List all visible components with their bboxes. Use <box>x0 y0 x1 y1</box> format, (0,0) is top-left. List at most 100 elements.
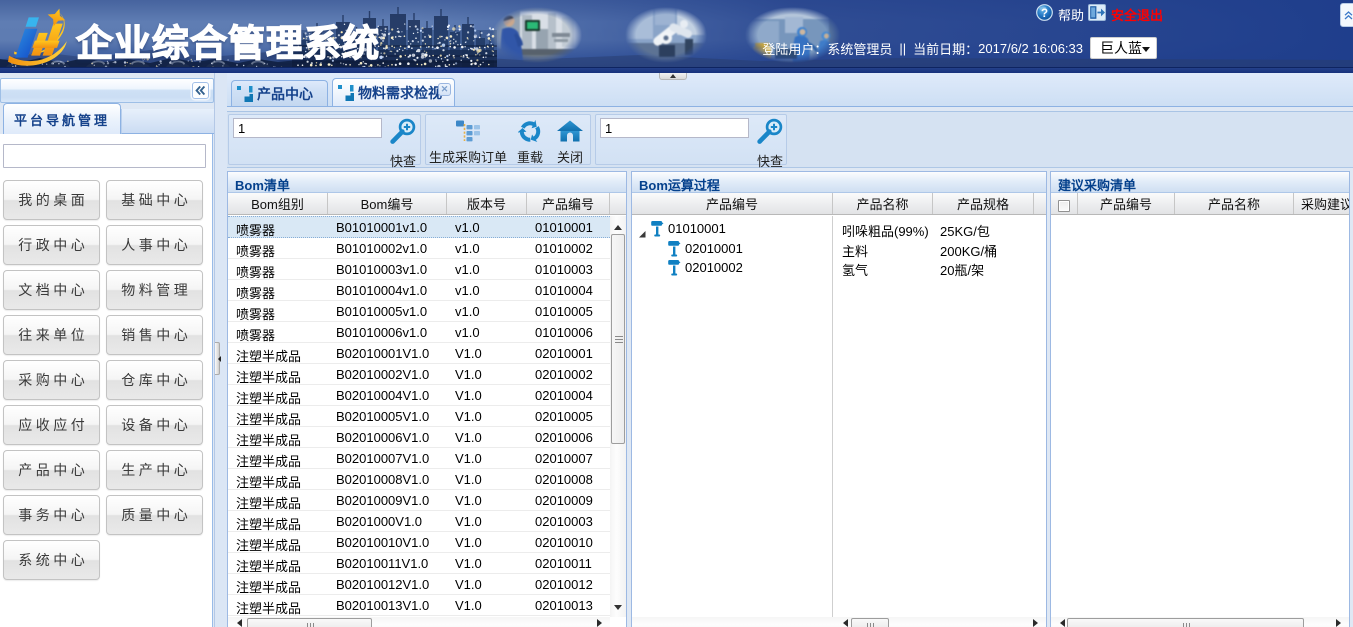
quick-search-input-1[interactable] <box>233 118 382 138</box>
sidebar-button-5[interactable]: 文档中心 <box>3 270 100 310</box>
north-collapse-handle[interactable] <box>659 73 687 80</box>
sidebar-splitter[interactable] <box>214 73 227 627</box>
sidebar-button-6[interactable]: 物料管理 <box>106 270 203 310</box>
tab-material-requirement-view[interactable]: 物料需求检视 ✕ <box>332 78 455 106</box>
bom-row[interactable]: 注塑半成品B02010009V1.0V1.002010009 <box>228 490 610 511</box>
tab-product-center[interactable]: 产品中心 <box>231 80 328 106</box>
scrollbar-thumb[interactable] <box>611 234 625 444</box>
scroll-left-button[interactable] <box>230 617 244 627</box>
sidebar-button-4[interactable]: 人事中心 <box>106 225 203 265</box>
scroll-up-button[interactable] <box>610 218 626 232</box>
bom-cell: V1.0 <box>447 574 527 594</box>
bom-cell: 喷雾器 <box>228 322 328 342</box>
panel-bom-list: Bom清单 Bom组别Bom编号版本号产品编号 喷雾器B01010001v1.0… <box>227 171 627 627</box>
sidebar-button-9[interactable]: 采购中心 <box>3 360 100 400</box>
column-header[interactable]: 版本号 <box>447 193 527 214</box>
quick-search-button-2[interactable]: 快查 <box>752 117 786 165</box>
column-header[interactable]: 产品名称 <box>1175 193 1294 214</box>
bom-row[interactable]: 注塑半成品B02010002V1.0V1.002010002 <box>228 364 610 385</box>
scroll-right-button[interactable] <box>1333 617 1347 627</box>
bom-row[interactable]: 注塑半成品B02010005V1.0V1.002010005 <box>228 406 610 427</box>
bom-row[interactable]: 喷雾器B01010001v1.0v1.001010001 <box>228 216 610 238</box>
bom-row[interactable]: 注塑半成品B02010010V1.0V1.002010010 <box>228 532 610 553</box>
bom-row[interactable]: 注塑半成品B02010004V1.0V1.002010004 <box>228 385 610 406</box>
logout-link[interactable]: 安全退出 <box>1111 5 1163 24</box>
bom-row[interactable]: 注塑半成品B0201000V1.0V1.002010003 <box>228 511 610 532</box>
sidebar-button-10[interactable]: 仓库中心 <box>106 360 203 400</box>
select-all-checkbox[interactable] <box>1058 200 1070 212</box>
quick-search-input-2[interactable] <box>600 118 749 138</box>
horizontal-scrollbar[interactable] <box>228 617 610 627</box>
sidebar-button-7[interactable]: 往来单位 <box>3 315 100 355</box>
bom-row[interactable]: 喷雾器B01010005v1.0v1.001010005 <box>228 301 610 322</box>
bom-cell: B01010005v1.0 <box>328 301 447 321</box>
bom-row[interactable]: 注塑半成品B02010006V1.0V1.002010006 <box>228 427 610 448</box>
sidebar-collapse-button[interactable] <box>192 82 209 99</box>
tree-row[interactable]: 02010001 <box>632 238 832 258</box>
sidebar-button-13[interactable]: 产品中心 <box>3 450 100 490</box>
product-spec-cell: 20瓶/架 <box>940 260 984 279</box>
tree-data-row[interactable]: 氢气20瓶/架 <box>834 257 1046 277</box>
column-header[interactable]: 产品编号 <box>527 193 610 214</box>
bom-row[interactable]: 注塑半成品B02010007V1.0V1.002010007 <box>228 448 610 469</box>
column-header[interactable]: 产品规格 <box>933 193 1034 214</box>
sidebar-button-3[interactable]: 行政中心 <box>3 225 100 265</box>
sidebar-button-15[interactable]: 事务中心 <box>3 495 100 535</box>
scroll-left-button[interactable] <box>1053 617 1067 627</box>
logout-icon[interactable] <box>1088 4 1106 24</box>
tree-data-row[interactable]: 主料200KG/桶 <box>834 238 1046 258</box>
bom-row[interactable]: 注塑半成品B02010008V1.0V1.002010008 <box>228 469 610 490</box>
bom-cell: 喷雾器 <box>228 280 328 300</box>
sidebar-button-16[interactable]: 质量中心 <box>106 495 203 535</box>
sidebar-button-17[interactable]: 系统中心 <box>3 540 100 580</box>
column-header[interactable]: Bom组别 <box>228 193 328 214</box>
reload-button[interactable]: 重载 <box>510 115 550 164</box>
tab-close-icon[interactable]: ✕ <box>438 83 451 96</box>
column-header-filler <box>1034 193 1046 214</box>
header-collapse-button[interactable] <box>1340 3 1353 27</box>
scroll-down-button[interactable] <box>610 602 626 616</box>
bom-row[interactable]: 喷雾器B01010004v1.0v1.001010004 <box>228 280 610 301</box>
scroll-left-button[interactable] <box>836 617 850 627</box>
bom-row[interactable]: 注塑半成品B02010012V1.0V1.002010012 <box>228 574 610 595</box>
sidebar-button-8[interactable]: 销售中心 <box>106 315 203 355</box>
bom-cell: B02010011V1.0 <box>328 553 447 573</box>
bom-cell: B0201000V1.0 <box>328 511 447 531</box>
splitter-collapse-handle[interactable] <box>215 342 220 375</box>
tree-data-row[interactable]: 吲哚粗品(99%)25KG/包 <box>834 218 1046 238</box>
sidebar-button-12[interactable]: 设备中心 <box>106 405 203 445</box>
bom-row[interactable]: 注塑半成品B02010001V1.0V1.002010001 <box>228 343 610 364</box>
column-header[interactable]: Bom编号 <box>328 193 447 214</box>
vertical-scrollbar[interactable] <box>610 216 626 617</box>
theme-select[interactable]: 巨人蓝 <box>1090 37 1157 59</box>
sidebar-button-2[interactable]: 基础中心 <box>106 180 203 220</box>
bom-row[interactable]: 注塑半成品B02010013V1.0V1.002010013 <box>228 595 610 616</box>
sidebar-button-1[interactable]: 我的桌面 <box>3 180 100 220</box>
scrollbar-thumb[interactable] <box>1067 618 1304 627</box>
scroll-right-button[interactable] <box>1030 617 1044 627</box>
scrollbar-thumb[interactable] <box>247 618 372 627</box>
sidebar-search-input[interactable] <box>3 144 206 168</box>
bom-row[interactable]: 注塑半成品B02010011V1.0V1.002010011 <box>228 553 610 574</box>
tab-platform-navigation[interactable]: 平台导航管理 <box>3 103 121 134</box>
bom-row[interactable]: 喷雾器B01010003v1.0v1.001010003 <box>228 259 610 280</box>
tree-row[interactable]: 01010001 <box>632 218 832 238</box>
help-icon[interactable]: ? <box>1036 4 1053 24</box>
bom-row[interactable]: 喷雾器B01010002v1.0v1.001010002 <box>228 238 610 259</box>
quick-search-button-1[interactable]: 快查 <box>385 117 419 165</box>
scroll-right-button[interactable] <box>594 617 608 627</box>
bom-row[interactable]: 喷雾器B01010006v1.0v1.001010006 <box>228 322 610 343</box>
sidebar-button-11[interactable]: 应收应付 <box>3 405 100 445</box>
column-header[interactable]: 产品编号 <box>632 193 833 214</box>
sidebar-button-14[interactable]: 生产中心 <box>106 450 203 490</box>
tree-row[interactable]: 02010002 <box>632 257 832 277</box>
help-link[interactable]: 帮助 <box>1058 5 1084 24</box>
scrollbar-thumb[interactable] <box>851 618 889 627</box>
column-header[interactable]: 产品名称 <box>833 193 933 214</box>
column-header[interactable]: 产品编号 <box>1078 193 1175 214</box>
horizontal-scrollbar[interactable] <box>1051 617 1349 627</box>
generate-purchase-order-button[interactable]: 生成采购订单 <box>426 115 510 164</box>
close-button[interactable]: 关闭 <box>550 115 590 164</box>
column-header[interactable]: 采购建议 <box>1294 193 1349 214</box>
horizontal-scrollbar[interactable] <box>834 617 1046 627</box>
